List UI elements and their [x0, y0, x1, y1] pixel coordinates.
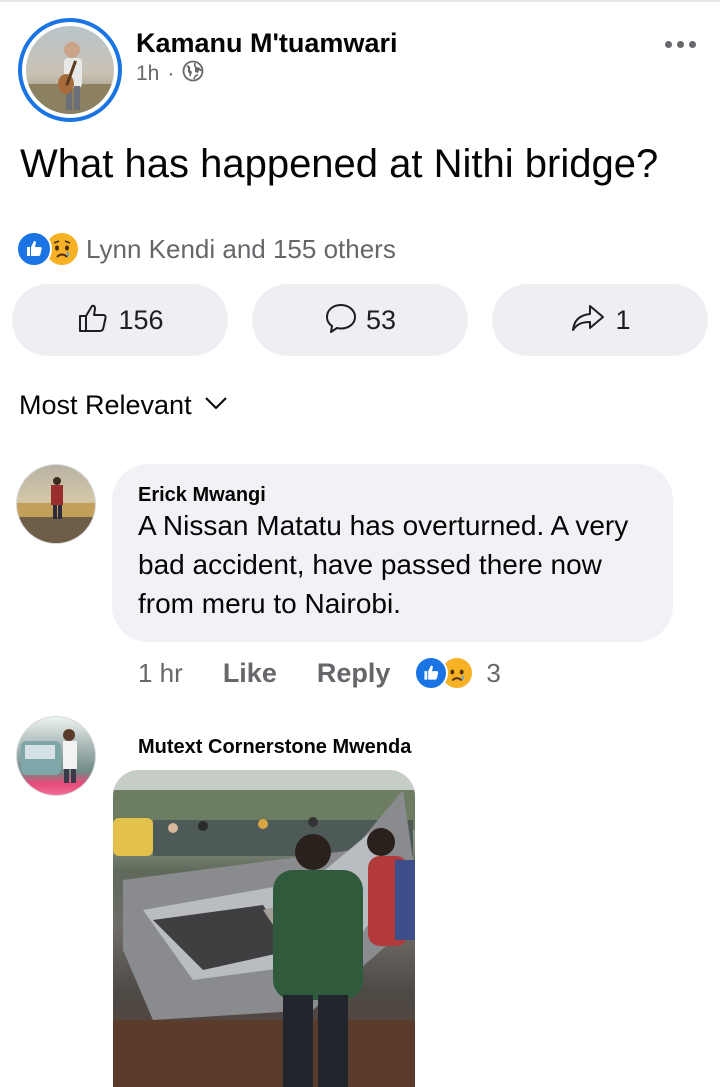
more-dots-icon: [664, 40, 672, 48]
commenter-name[interactable]: Erick Mwangi: [138, 484, 266, 507]
post-meta: 1h ·: [136, 60, 204, 88]
post-text: What has happened at Nithi bridge?: [20, 142, 659, 186]
comment-count: 53: [365, 304, 397, 335]
like-reaction-icon: [414, 656, 449, 690]
reactions-summary-text: Lynn Kendi and 155 others: [86, 233, 396, 264]
comment-like-button[interactable]: Like: [223, 658, 277, 689]
sort-label: Most Relevant: [19, 390, 192, 420]
comment-sort-dropdown[interactable]: Most Relevant: [19, 390, 228, 421]
commenter-name[interactable]: Mutext Cornerstone Mwenda: [138, 736, 411, 759]
reaction-icons: [16, 231, 80, 267]
like-button[interactable]: 156: [12, 284, 228, 356]
like-count: 156: [118, 304, 164, 335]
comment-reaction-count: 3: [486, 657, 501, 688]
globe-icon: [182, 60, 204, 88]
share-button[interactable]: 1: [492, 284, 708, 356]
author-avatar-photo: [26, 26, 114, 114]
like-reaction-icon: [16, 231, 52, 267]
comment-actions: 1 hr Like Reply 3: [138, 656, 501, 690]
more-dot: [676, 40, 684, 48]
share-count: 1: [615, 304, 631, 335]
more-dot: [688, 40, 696, 48]
chevron-down-icon: [204, 395, 228, 416]
commenter-avatar[interactable]: [16, 464, 96, 544]
comment-button[interactable]: 53: [252, 284, 468, 356]
comment-text-line: bad accident, have passed there now: [138, 549, 602, 580]
author-avatar[interactable]: [18, 18, 122, 122]
comment-bubble-icon: [324, 301, 358, 340]
commenter-avatar[interactable]: [16, 716, 96, 796]
comment-reactions[interactable]: 3: [414, 656, 501, 690]
author-name[interactable]: Kamanu M'tuamwari: [136, 28, 397, 59]
thumbs-up-icon: [76, 301, 110, 340]
share-arrow-icon: [569, 301, 607, 340]
top-divider: [0, 0, 720, 2]
comment-text-line: from meru to Nairobi.: [138, 588, 401, 619]
meta-separator: ·: [167, 62, 175, 85]
reactions-summary[interactable]: Lynn Kendi and 155 others: [16, 230, 396, 268]
comment-time[interactable]: 1 hr: [138, 658, 183, 689]
comment-photo[interactable]: [113, 770, 415, 1087]
comment-reply-button[interactable]: Reply: [317, 658, 391, 689]
post-time[interactable]: 1h: [136, 62, 159, 86]
comment-text-line: A Nissan Matatu has overturned. A very: [138, 510, 629, 541]
more-options-button[interactable]: [660, 32, 700, 56]
